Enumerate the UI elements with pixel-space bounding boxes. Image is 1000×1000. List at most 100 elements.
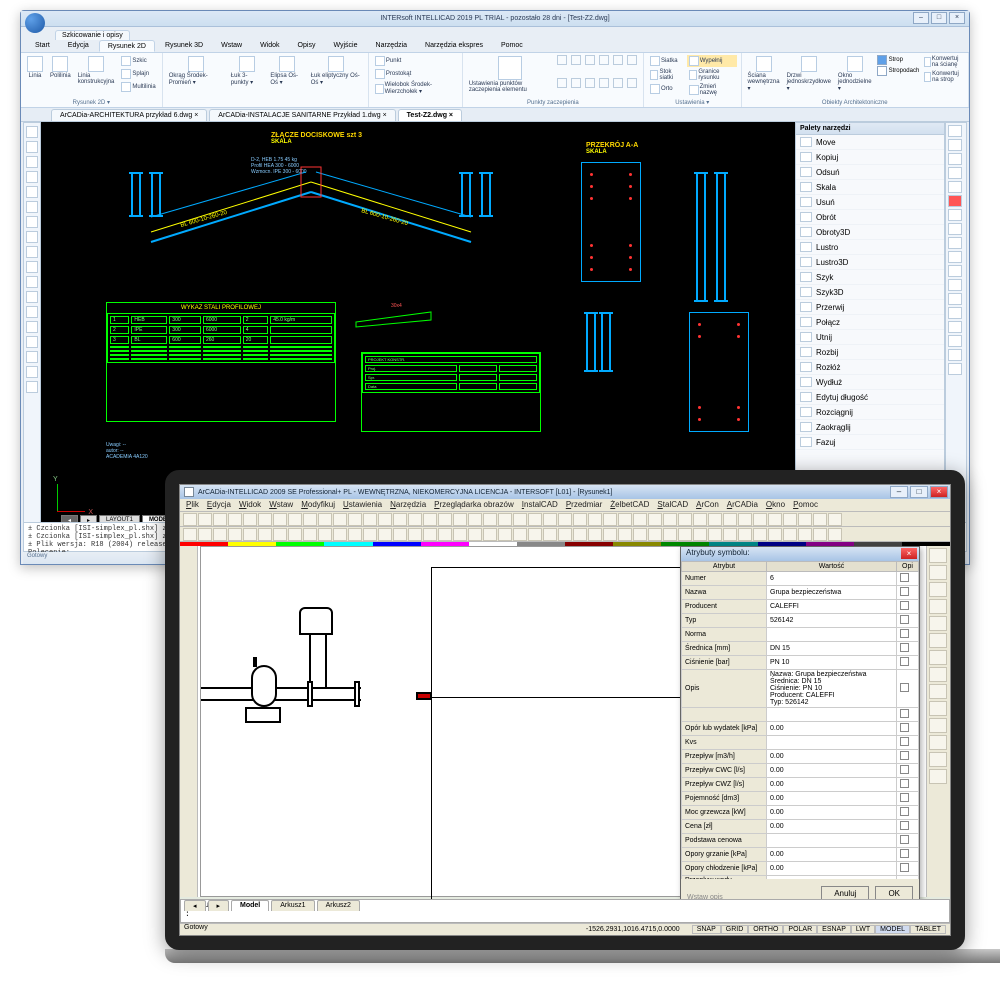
ellipse-button[interactable]: Elipsa Oś-Oś ▾ bbox=[268, 55, 305, 105]
arkusz1-tab[interactable]: Arkusz1 bbox=[271, 900, 314, 911]
toolbar-button[interactable] bbox=[273, 513, 287, 526]
menu-item[interactable]: Okno bbox=[766, 500, 785, 510]
rectangle-button[interactable]: Prostokąt bbox=[373, 68, 458, 80]
toolbar-button[interactable] bbox=[813, 513, 827, 526]
attribute-row[interactable]: Przepływ CWC [l/s]0.00 bbox=[682, 764, 919, 778]
ribbon-tab[interactable]: Opisy bbox=[290, 40, 324, 52]
ribbon-tab[interactable]: Widok bbox=[252, 40, 287, 52]
toolbar-button[interactable] bbox=[723, 513, 737, 526]
toolbar-button[interactable] bbox=[483, 528, 497, 541]
close-button[interactable]: × bbox=[930, 486, 948, 498]
attribute-row[interactable]: Podstawa cenowa bbox=[682, 834, 919, 848]
palette-item[interactable]: Move bbox=[796, 135, 944, 150]
arkusz2-tab[interactable]: Arkusz2 bbox=[317, 900, 360, 911]
minimize-button[interactable]: – bbox=[913, 12, 929, 24]
toolbar-button[interactable] bbox=[618, 513, 632, 526]
toolbar-button[interactable] bbox=[438, 513, 452, 526]
toolbar-button[interactable] bbox=[183, 528, 197, 541]
toolbar-button[interactable] bbox=[663, 528, 677, 541]
toolbar-button[interactable] bbox=[303, 513, 317, 526]
toolbar-button[interactable] bbox=[228, 513, 242, 526]
toolbar-button[interactable] bbox=[408, 528, 422, 541]
sketch-button[interactable]: Szkic bbox=[119, 55, 157, 67]
attribute-row[interactable] bbox=[682, 708, 919, 722]
palette-item[interactable]: Obroty3D bbox=[796, 225, 944, 240]
arc-button[interactable]: Łuk 3-punkty ▾ bbox=[229, 55, 266, 105]
toolbar-button[interactable] bbox=[213, 513, 227, 526]
toolbar-button[interactable] bbox=[303, 528, 317, 541]
palette-item[interactable]: Przerwij bbox=[796, 300, 944, 315]
application-menu-orb[interactable] bbox=[25, 13, 45, 33]
status-toggle[interactable]: TABLET bbox=[910, 925, 946, 934]
toolbar-button[interactable] bbox=[693, 528, 707, 541]
drawing-canvas-2[interactable] bbox=[200, 546, 750, 897]
toolbar-button[interactable] bbox=[678, 528, 692, 541]
toolbar-button[interactable] bbox=[513, 528, 527, 541]
palette-item[interactable]: Zaokrąglij bbox=[796, 420, 944, 435]
toolbar-button[interactable] bbox=[588, 513, 602, 526]
toolbar-button[interactable] bbox=[363, 513, 377, 526]
toolbar-button[interactable] bbox=[558, 513, 572, 526]
toolbar-button[interactable] bbox=[333, 528, 347, 541]
toolbar-button[interactable] bbox=[468, 528, 482, 541]
workspace-tab[interactable]: Szkicowanie i opisy bbox=[55, 30, 130, 40]
toolbar-button[interactable] bbox=[198, 528, 212, 541]
toolbar-button[interactable] bbox=[393, 513, 407, 526]
ribbon-tab[interactable]: Edycja bbox=[60, 40, 97, 52]
ribbon-tab[interactable]: Start bbox=[27, 40, 58, 52]
maximize-button[interactable]: □ bbox=[931, 12, 947, 24]
attribute-row[interactable]: Opory chłodzenie [kPa]0.00 bbox=[682, 862, 919, 876]
toolbar-button[interactable] bbox=[723, 528, 737, 541]
attribute-row[interactable]: ProducentCALEFFI bbox=[682, 600, 919, 614]
toolbar-button[interactable] bbox=[453, 528, 467, 541]
toolbar-button[interactable] bbox=[828, 528, 842, 541]
menu-item[interactable]: Plik bbox=[186, 500, 199, 510]
toolbar-button[interactable] bbox=[618, 528, 632, 541]
toolbar-button[interactable] bbox=[783, 513, 797, 526]
attribute-row[interactable]: Opory grzanie [kPa]0.00 bbox=[682, 848, 919, 862]
toolbar-button[interactable] bbox=[423, 513, 437, 526]
attribute-row[interactable]: NazwaGrupa bezpieczeństwa bbox=[682, 586, 919, 600]
window-button[interactable]: Okno jednodzielne ▾ bbox=[836, 55, 874, 99]
toolbar-button[interactable] bbox=[423, 528, 437, 541]
toolbar-button[interactable] bbox=[213, 528, 227, 541]
status-toggle[interactable]: GRID bbox=[721, 925, 749, 934]
spline-button[interactable]: Splajn bbox=[119, 68, 157, 80]
status-toggle[interactable]: ORTHO bbox=[748, 925, 783, 934]
toolbar-button[interactable] bbox=[468, 513, 482, 526]
menu-item[interactable]: Narzędzia bbox=[390, 500, 426, 510]
menu-item[interactable]: Edycja bbox=[207, 500, 231, 510]
menu-item[interactable]: Pomoc bbox=[793, 500, 818, 510]
snap-settings-button[interactable]: Ustawienia punktów zaczepienia elementu bbox=[467, 55, 554, 99]
attribute-row[interactable]: Cena [zł]0.00 bbox=[682, 820, 919, 834]
toolbar-button[interactable] bbox=[288, 513, 302, 526]
toolbar-button[interactable] bbox=[318, 513, 332, 526]
toolbar-button[interactable] bbox=[783, 528, 797, 541]
palette-item[interactable]: Lustro3D bbox=[796, 255, 944, 270]
status-toggle[interactable]: ESNAP bbox=[817, 925, 851, 934]
toolbar-button[interactable] bbox=[648, 528, 662, 541]
attribute-row[interactable]: Przepływ CWZ [l/s]0.00 bbox=[682, 778, 919, 792]
toolbar-button[interactable] bbox=[243, 528, 257, 541]
palette-item[interactable]: Rozbij bbox=[796, 345, 944, 360]
maximize-button[interactable]: □ bbox=[910, 486, 928, 498]
ribbon-tab[interactable]: Pomoc bbox=[493, 40, 531, 52]
status-toggle[interactable]: SNAP bbox=[692, 925, 721, 934]
toolbar-button[interactable] bbox=[588, 528, 602, 541]
ribbon-tab[interactable]: Rysunek 3D bbox=[157, 40, 211, 52]
toolbar-button[interactable] bbox=[543, 513, 557, 526]
palette-item[interactable]: Szyk bbox=[796, 270, 944, 285]
palette-item[interactable]: Usuń bbox=[796, 195, 944, 210]
ribbon-tab[interactable]: Narzędzia ekspres bbox=[417, 40, 491, 52]
menu-item[interactable]: Modyfikuj bbox=[301, 500, 335, 510]
palette-item[interactable]: Rozciągnij bbox=[796, 405, 944, 420]
palette-item[interactable]: Szyk3D bbox=[796, 285, 944, 300]
polyline-button[interactable]: Polilinia bbox=[48, 55, 73, 98]
ribbon-tab[interactable]: Wstaw bbox=[213, 40, 250, 52]
toolbar-button[interactable] bbox=[663, 513, 677, 526]
toolbar-button[interactable] bbox=[513, 513, 527, 526]
palette-item[interactable]: Obrót bbox=[796, 210, 944, 225]
toolbar-button[interactable] bbox=[438, 528, 452, 541]
ribbon-tab[interactable]: Wyjście bbox=[325, 40, 365, 52]
polygon-button[interactable]: Wielobok Środek-Wierzchołek ▾ bbox=[373, 81, 458, 96]
